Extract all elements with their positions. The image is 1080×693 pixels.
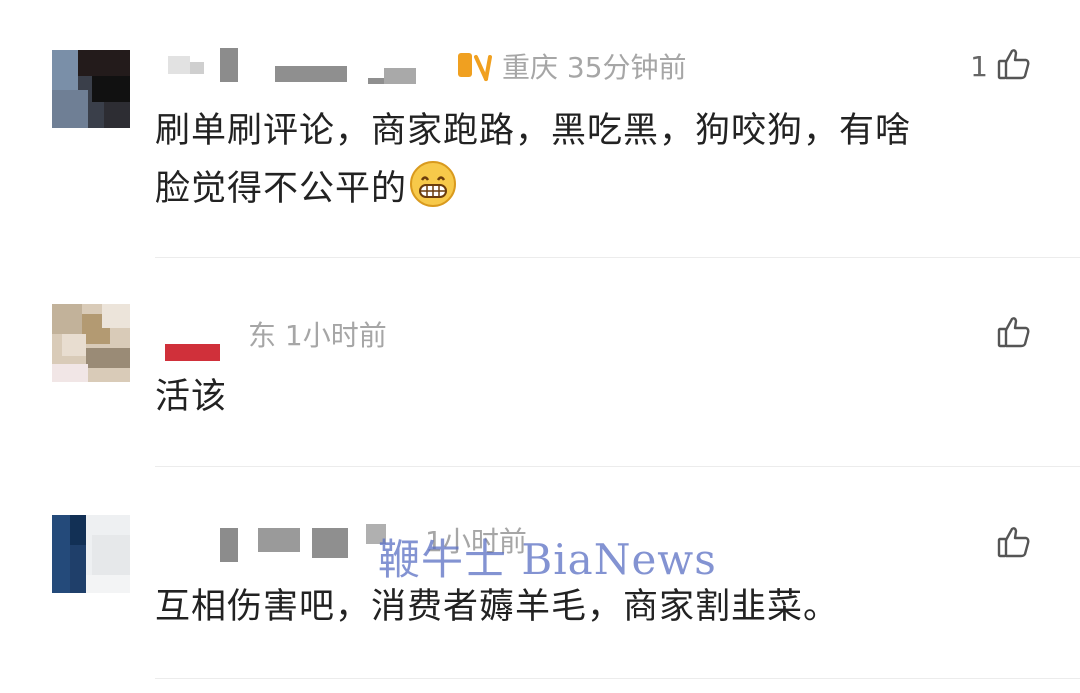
like-button[interactable]: 1: [970, 46, 1032, 86]
comment-text-line: 刷单刷评论，商家跑路，黑吃黑，狗咬狗，有啥: [155, 111, 912, 151]
bianews-watermark: 鞭牛士 BiaNews: [378, 535, 717, 584]
avatar[interactable]: [52, 515, 130, 593]
thumbs-up-icon: [996, 524, 1032, 564]
like-count: 1: [970, 49, 988, 83]
comment-text-line: 脸觉得不公平的: [155, 160, 911, 226]
like-button[interactable]: [996, 314, 1032, 354]
comment-meta: 重庆 35分钟前: [456, 46, 687, 90]
username-redacted[interactable]: [160, 340, 230, 364]
comment-meta: 东 1小时前: [248, 314, 387, 354]
thumbs-up-icon: [996, 46, 1032, 86]
location-badge-icon: [456, 49, 492, 90]
divider: [155, 257, 1080, 258]
grinning-face-icon: [409, 160, 457, 226]
location-time-label: 东 1小时前: [248, 319, 387, 352]
like-button[interactable]: [996, 524, 1032, 564]
divider: [155, 466, 1080, 467]
divider: [155, 678, 1080, 679]
thumbs-up-icon: [996, 314, 1032, 354]
comment-text: 活该: [155, 368, 227, 426]
location-time-label: 重庆 35分钟前: [502, 51, 687, 84]
comment-text-line: 活该: [155, 377, 228, 417]
avatar[interactable]: [52, 304, 130, 382]
comment-text: 刷单刷评论，商家跑路，黑吃黑，狗咬狗，有啥 脸觉得不公平的: [155, 102, 911, 226]
avatar[interactable]: [52, 50, 130, 128]
username-redacted[interactable]: [160, 48, 430, 90]
